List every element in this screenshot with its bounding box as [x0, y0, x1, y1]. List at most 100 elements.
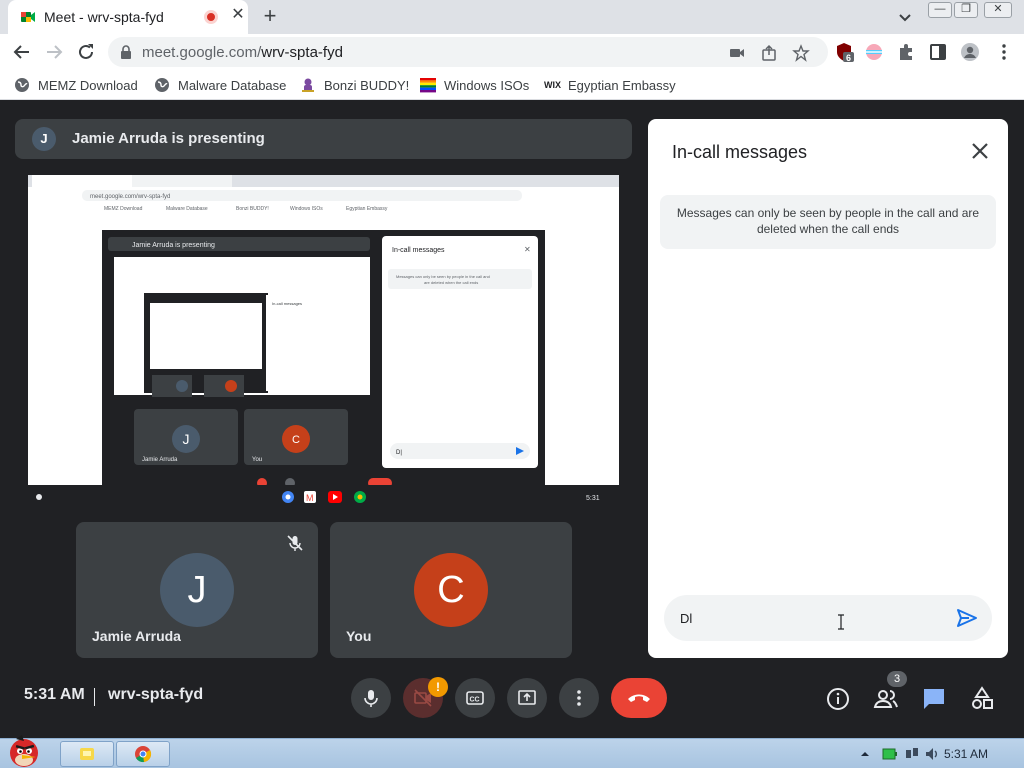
tab-strip: Meet - wrv-spta-fyd ✕ + — ❐ ✕	[0, 0, 1024, 34]
captured-clock: 5:31	[586, 495, 600, 502]
shared-screen-capture: meet.google.com/wrv-spta-fyd MEMZ Downlo…	[28, 175, 619, 509]
bookmark-egyptian-embassy[interactable]: WIX Egyptian Embassy	[544, 76, 676, 94]
avatar: J	[160, 553, 234, 627]
close-window-button[interactable]: ✕	[984, 2, 1012, 18]
tab-close-icon[interactable]: ✕	[229, 6, 247, 24]
presenter-text: Jamie Arruda is presenting	[72, 130, 265, 147]
more-vert-icon	[577, 690, 581, 706]
captured-bookmarks: Windows ISOs	[290, 206, 323, 212]
meet-favicon-icon	[21, 12, 35, 22]
tab-search-chevron-icon[interactable]	[896, 8, 914, 26]
mic-off-icon	[287, 535, 303, 551]
avatar: C	[414, 553, 488, 627]
extension-badge: 6	[846, 53, 852, 63]
svg-text:Messages can only be seen by p: Messages can only be seen by people in t…	[396, 274, 490, 279]
reload-icon[interactable]	[74, 40, 98, 64]
meeting-code: wrv-spta-fyd	[108, 686, 204, 703]
sticky-notes-icon	[80, 748, 94, 760]
leave-call-button[interactable]	[611, 678, 667, 718]
forward-icon[interactable]	[42, 40, 66, 64]
in-call-messages-panel: In-call messages Messages can only be se…	[648, 119, 1008, 658]
people-icon[interactable]	[873, 686, 899, 712]
send-icon[interactable]	[955, 606, 979, 630]
lock-icon[interactable]	[120, 45, 132, 59]
share-icon[interactable]	[760, 44, 778, 62]
captured-os-shelf: M 5:31	[28, 485, 619, 509]
more-options-button[interactable]	[559, 678, 599, 718]
camera-warning-badge: !	[428, 677, 448, 697]
bookmark-windows-isos[interactable]: Windows ISOs	[420, 76, 529, 94]
profile-avatar-icon[interactable]	[960, 42, 980, 62]
captured-bookmarks: Malware Database	[166, 206, 208, 212]
hang-up-icon	[628, 694, 650, 702]
close-icon[interactable]	[968, 139, 992, 163]
side-panel-icon[interactable]	[928, 42, 948, 62]
taskbar-chrome-button[interactable]	[116, 741, 170, 767]
bookmark-bonzi-buddy[interactable]: Bonzi BUDDY!	[300, 76, 409, 94]
activities-icon[interactable]	[969, 686, 995, 712]
bookmark-malware-database[interactable]: Malware Database	[154, 76, 286, 94]
meeting-details-icon[interactable]	[825, 686, 851, 712]
taskbar-clock[interactable]: 5:31 AM	[944, 747, 988, 761]
shared-screen[interactable]: meet.google.com/wrv-spta-fyd MEMZ Downlo…	[28, 175, 619, 509]
present-button[interactable]	[507, 678, 547, 718]
new-tab-button[interactable]: +	[258, 4, 282, 28]
microphone-icon	[364, 690, 378, 707]
bookmark-label: Malware Database	[178, 77, 287, 93]
camera-in-use-icon[interactable]	[728, 44, 746, 62]
participant-tile-jamie[interactable]: J Jamie Arruda	[76, 522, 318, 658]
meet-stage: J Jamie Arruda is presenting meet.google…	[0, 100, 1024, 738]
globe-icon	[155, 78, 169, 92]
participant-name: Jamie Arruda	[92, 628, 181, 644]
captured-chat-title: In-call messages	[392, 247, 445, 254]
message-input[interactable]	[664, 595, 992, 641]
bookmark-memz[interactable]: MEMZ Download	[14, 76, 138, 94]
bookmark-star-icon[interactable]	[792, 44, 810, 62]
windows-taskbar: 5:31 AM	[0, 735, 1024, 768]
chrome-icon	[135, 746, 152, 763]
captions-button[interactable]: CC	[455, 678, 495, 718]
chat-icon[interactable]	[921, 686, 947, 712]
address-bar[interactable]: meet.google.com/wrv-spta-fyd	[108, 37, 828, 67]
restore-button[interactable]: ❐	[954, 2, 978, 18]
clock: 5:31 AM	[24, 686, 85, 703]
url-text: meet.google.com/wrv-spta-fyd	[142, 44, 343, 61]
captured-bookmarks: MEMZ Download	[104, 206, 143, 212]
volume-icon[interactable]	[924, 746, 940, 762]
svg-text:CC: CC	[470, 697, 480, 704]
extensions-puzzle-icon[interactable]	[896, 42, 916, 62]
tab-meet[interactable]: Meet - wrv-spta-fyd ✕	[8, 0, 248, 34]
captured-presenter-text: Jamie Arruda is presenting	[132, 242, 215, 249]
bookmarks-bar: MEMZ Download Malware Database Bonzi BUD…	[0, 70, 1024, 100]
bookmark-label: Windows ISOs	[444, 77, 530, 93]
captions-icon: CC	[466, 691, 484, 705]
svg-text:M: M	[306, 493, 314, 503]
browser-toolbar: meet.google.com/wrv-spta-fyd 6	[0, 34, 1024, 70]
chat-privacy-notice: Messages can only be seen by people in t…	[660, 195, 996, 249]
microphone-button[interactable]	[351, 678, 391, 718]
minimize-button[interactable]: —	[928, 2, 952, 18]
browser-menu-icon[interactable]	[994, 42, 1014, 62]
divider	[94, 688, 95, 706]
bookmark-label: MEMZ Download	[38, 77, 138, 93]
svg-text:are deleted when the call ends: are deleted when the call ends	[424, 280, 478, 285]
back-icon[interactable]	[10, 40, 34, 64]
captured-url: meet.google.com/wrv-spta-fyd	[90, 194, 170, 200]
taskbar-explorer-button[interactable]	[60, 741, 114, 767]
presenting-banner: J Jamie Arruda is presenting	[15, 119, 632, 159]
participant-tile-you[interactable]: C You	[330, 522, 572, 658]
text-cursor-icon	[838, 614, 844, 630]
colorful-extension-icon[interactable]	[864, 42, 884, 62]
captured-tile1-name: Jamie Arruda	[142, 457, 178, 463]
battery-icon[interactable]	[882, 747, 898, 761]
captured-tile2-initial: C	[292, 434, 300, 446]
angry-bird-start-icon[interactable]	[2, 733, 50, 768]
present-screen-icon	[518, 690, 536, 705]
participant-name: You	[346, 628, 372, 644]
windows-flag-icon	[420, 78, 436, 93]
svg-text:In-call messages: In-call messages	[272, 301, 302, 306]
tray-expand-icon[interactable]	[860, 749, 870, 759]
tab-title: Meet - wrv-spta-fyd	[44, 9, 164, 25]
svg-text:✕: ✕	[524, 245, 531, 254]
network-icon[interactable]	[904, 746, 920, 762]
